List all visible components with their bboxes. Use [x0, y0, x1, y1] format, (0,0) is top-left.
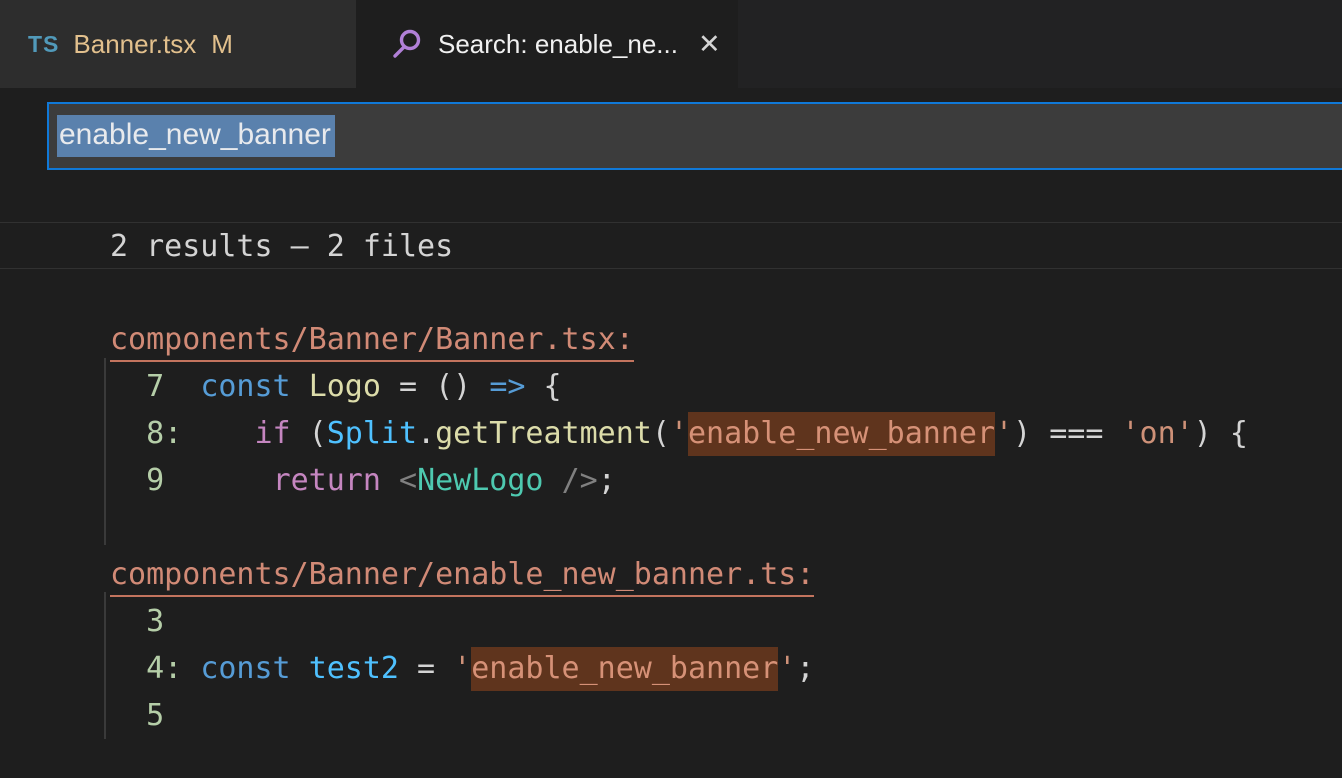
search-icon [390, 27, 424, 61]
tab-search-editor[interactable]: Search: enable_ne... ✕ [356, 0, 738, 88]
result-line[interactable]: 4: const test2 = 'enable_new_banner'; [0, 645, 1342, 692]
match-highlight: enable_new_banner [688, 412, 995, 456]
file-path-link[interactable]: components/Banner/Banner.tsx: [0, 316, 1342, 363]
typescript-file-icon: TS [28, 31, 59, 58]
git-modified-badge: M [211, 29, 233, 60]
search-query-selected-text: enable_new_banner [57, 115, 335, 157]
blank-line [0, 504, 1342, 551]
indent-guide [104, 592, 106, 739]
result-line[interactable]: 9 return <NewLogo />; [0, 457, 1342, 504]
results-area: 2 results – 2 files components/Banner/Ba… [0, 222, 1342, 739]
result-line[interactable]: 8: if (Split.getTreatment('enable_new_ba… [0, 410, 1342, 457]
tab-bar: TS Banner.tsx M Search: enable_ne... ✕ [0, 0, 1342, 88]
result-line[interactable]: 5 [0, 692, 1342, 739]
blank-line [0, 269, 1342, 316]
result-line[interactable]: 7 const Logo = () => { [0, 363, 1342, 410]
tab-banner-tsx[interactable]: TS Banner.tsx M [0, 0, 356, 88]
search-query-input[interactable]: enable_new_banner [47, 102, 1342, 170]
tab-label: Search: enable_ne... [438, 29, 678, 60]
file-path-link[interactable]: components/Banner/enable_new_banner.ts: [0, 551, 1342, 598]
indent-guide [104, 358, 106, 545]
results-summary: 2 results – 2 files [0, 222, 1342, 269]
match-highlight: enable_new_banner [471, 647, 778, 691]
tab-label: Banner.tsx [73, 29, 196, 60]
result-line[interactable]: 3 [0, 598, 1342, 645]
close-icon[interactable]: ✕ [698, 31, 721, 58]
